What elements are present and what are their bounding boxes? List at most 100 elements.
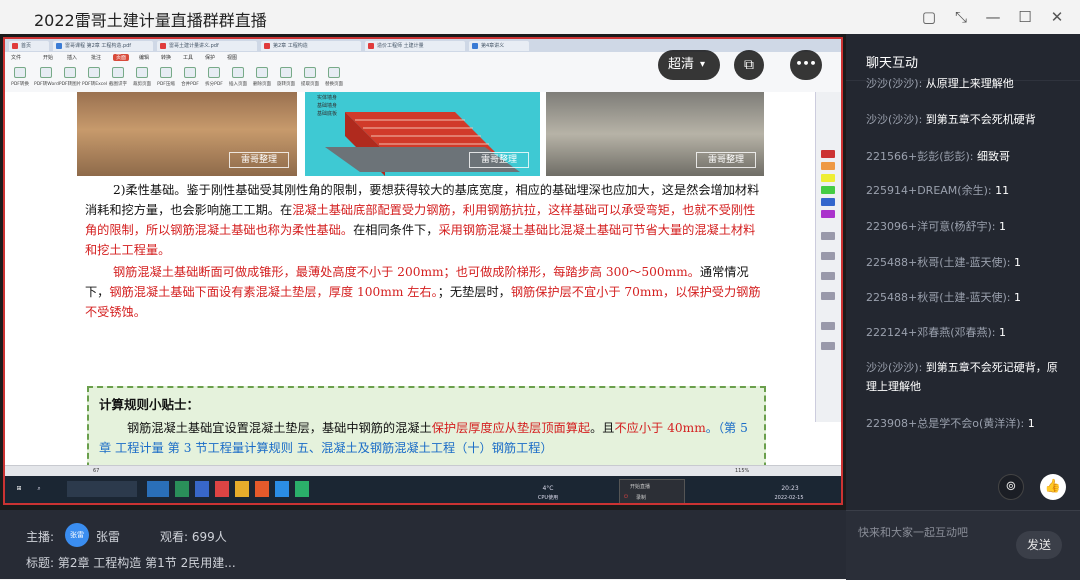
paragraph-section-shape: 钢筋混凝土基础断面可做成锥形，最薄处高度不小于 200mm；也可做成阶梯形，每踏… (85, 262, 765, 322)
taskbar-app[interactable] (295, 481, 309, 497)
ribbon-button[interactable]: PDF转图片 (59, 65, 81, 91)
popout-icon[interactable]: ⧉ (734, 50, 764, 80)
pin-icon[interactable]: ▢ (918, 7, 940, 27)
ribbon-button[interactable]: PDF转换 (11, 65, 29, 91)
power-icon: ⏻ (624, 494, 628, 500)
popup-line: 开始直播 (630, 484, 651, 490)
chat-message: 沙沙(沙沙): 从原理上来理解他 (866, 78, 1014, 90)
chevron-down-icon: ▾ (700, 59, 706, 70)
para-text-red: 钢筋混凝土基础下面设有素混凝土垫层，厚度 100mm 左右。 (109, 285, 438, 299)
browser-tab[interactable]: 雷哥土建计量讲义.pdf (157, 41, 257, 51)
ribbon-button[interactable]: 合并PDF (181, 65, 199, 91)
maximize-button[interactable]: ☐ (1014, 7, 1036, 27)
para-text: 在相同条件下， (353, 223, 439, 237)
minimize-button[interactable]: — (982, 7, 1004, 27)
menu-convert[interactable]: 转换 (161, 54, 171, 61)
diagram-label: 实体墙身 (317, 95, 338, 101)
brick-foundation-photo: 雷哥整理 (77, 92, 297, 176)
close-button[interactable]: ✕ (1046, 7, 1068, 27)
yellow-pen-icon[interactable] (821, 174, 835, 182)
ribbon-button[interactable]: 截图识字 (109, 65, 127, 91)
eraser-icon[interactable] (821, 232, 835, 240)
viewer-count: 观看: 699人 (160, 530, 227, 544)
tip-text: 钢筋混凝土基础宜设置混凝土垫层，基础中钢筋的混凝土 (127, 421, 432, 435)
chat-message: 225488+秋哥(土建-蓝天使): 1 (866, 256, 1021, 269)
browser-tab[interactable]: 雷哥课程 第2章 工程构造.pdf (53, 41, 153, 51)
chat-message: 223096+洋可意(杨舒宇): 1 (866, 220, 1006, 233)
taskbar-app[interactable] (275, 481, 289, 497)
taskbar-app[interactable] (147, 481, 169, 497)
browser-tab[interactable]: 首页 (9, 41, 49, 51)
menu-insert[interactable]: 插入 (67, 54, 77, 61)
text-tool-icon[interactable] (821, 292, 835, 300)
menu-edit[interactable]: 编辑 (139, 54, 149, 61)
share-icon[interactable]: ⊚ (998, 474, 1024, 500)
browser-tab[interactable]: 第2章 工程构造 (261, 41, 361, 51)
ribbon-button[interactable]: PDF转Excel (82, 65, 107, 91)
menu-home[interactable]: 开始 (43, 54, 53, 61)
chat-input[interactable]: 快来和大家一起互动吧 (858, 524, 968, 540)
menu-annotate[interactable]: 批注 (91, 54, 101, 61)
windows-start-icon[interactable]: ⊞ (11, 481, 27, 497)
ribbon-button[interactable]: 替换页面 (325, 65, 343, 91)
menu-file[interactable]: 文件 (11, 54, 21, 61)
chat-title: 聊天互动 (866, 56, 919, 71)
menu-protect[interactable]: 保护 (205, 54, 215, 61)
chat-message: 沙沙(沙沙): 到第五章不会死记硬背，原理上理解他 (866, 361, 1058, 393)
taskbar-app[interactable] (195, 481, 209, 497)
red-pen-icon[interactable] (821, 150, 835, 158)
avatar[interactable]: 张雷 (65, 523, 89, 547)
ribbon-button[interactable]: PDF转Word (34, 65, 59, 91)
windows-taskbar: ⊞ ⌕ 4°C CPU使用 20:23 2022-02-15 (5, 476, 841, 503)
taskbar-app[interactable] (255, 481, 269, 497)
send-button[interactable]: 发送 (1016, 531, 1062, 559)
shared-screen: 首页 雷哥课程 第2章 工程构造.pdf 雷哥土建计量讲义.pdf 第2章 工程… (3, 37, 843, 505)
page-number[interactable]: 67 (93, 468, 99, 474)
chat-message: 222124+邓春燕(邓春燕): 1 (866, 326, 1006, 339)
recording-popup[interactable]: 开始直播 ⏻ 录制 (619, 479, 685, 503)
zoom-level[interactable]: 115% (735, 468, 749, 474)
ribbon-button[interactable]: 旋转页面 (277, 65, 295, 91)
green-pen-icon[interactable] (821, 186, 835, 194)
live-video-area[interactable]: 首页 雷哥课程 第2章 工程构造.pdf 雷哥土建计量讲义.pdf 第2章 工程… (0, 34, 846, 510)
menu-tools[interactable]: 工具 (183, 54, 193, 61)
para-text: ；无垫层时， (437, 285, 511, 299)
ribbon-button[interactable]: 插入页面 (229, 65, 247, 91)
ribbon-button[interactable]: 拆分PDF (205, 65, 223, 91)
window-titlebar: 2022雷哥土建计量直播群群直播 ▢ ⤡ — ☐ ✕ (0, 0, 1080, 35)
browser-tab[interactable]: 第4章讲义 (469, 41, 529, 51)
tip-text-red: 不应小于 40mm (614, 421, 706, 435)
quality-selector[interactable]: 超清 ▾ (658, 50, 720, 80)
menu-page[interactable]: 页面 (113, 54, 130, 61)
menu-view[interactable]: 视图 (227, 54, 237, 61)
more-icon[interactable]: ••• (790, 50, 822, 80)
taskbar-app[interactable] (67, 481, 137, 497)
purple-pen-icon[interactable] (821, 210, 835, 218)
like-icon[interactable]: 👍 (1040, 474, 1066, 500)
ribbon-button[interactable]: 裁剪页面 (133, 65, 151, 91)
taskbar-app[interactable] (215, 481, 229, 497)
chat-panel: 聊天互动 沙沙(沙沙): 从原理上来理解他 沙沙(沙沙): 到第五章不会死机硬背… (846, 34, 1080, 510)
ribbon-button[interactable]: PDF压缩 (157, 65, 175, 91)
fullscreen-icon[interactable]: ⤡ (950, 7, 972, 27)
watermark: 雷哥整理 (696, 152, 756, 168)
window-title: 2022雷哥土建计量直播群群直播 (34, 11, 267, 30)
orange-pen-icon[interactable] (821, 162, 835, 170)
browser-tab[interactable]: 造价工程师 土建计量 (365, 41, 465, 51)
clear-icon[interactable] (821, 342, 835, 350)
taskbar-app[interactable] (235, 481, 249, 497)
blue-pen-icon[interactable] (821, 198, 835, 206)
para-text-red: 钢筋混凝土基础断面可做成锥形，最薄处高度不小于 200mm；也可做成阶梯形，每踏… (113, 265, 700, 279)
ribbon-button[interactable]: 提取页面 (301, 65, 319, 91)
rect-tool-icon[interactable] (821, 272, 835, 280)
search-icon[interactable]: ⌕ (31, 481, 47, 497)
tip-content: 钢筋混凝土基础宜设置混凝土垫层，基础中钢筋的混凝土保护层厚度应从垫层顶面算起。且… (99, 418, 759, 458)
watermark: 雷哥整理 (469, 152, 529, 168)
undo-icon[interactable] (821, 322, 835, 330)
pdf-page: 雷哥整理 实体墙身 基础墙身 基础底板 雷哥整理 雷哥整理 2)柔性基础。鉴于刚… (5, 92, 815, 503)
chat-message: 221566+彭彭(彭彭): 细致哥 (866, 150, 1010, 163)
footing-photo: 雷哥整理 (546, 92, 764, 176)
ribbon-button[interactable]: 删除页面 (253, 65, 271, 91)
line-tool-icon[interactable] (821, 252, 835, 260)
taskbar-app[interactable] (175, 481, 189, 497)
